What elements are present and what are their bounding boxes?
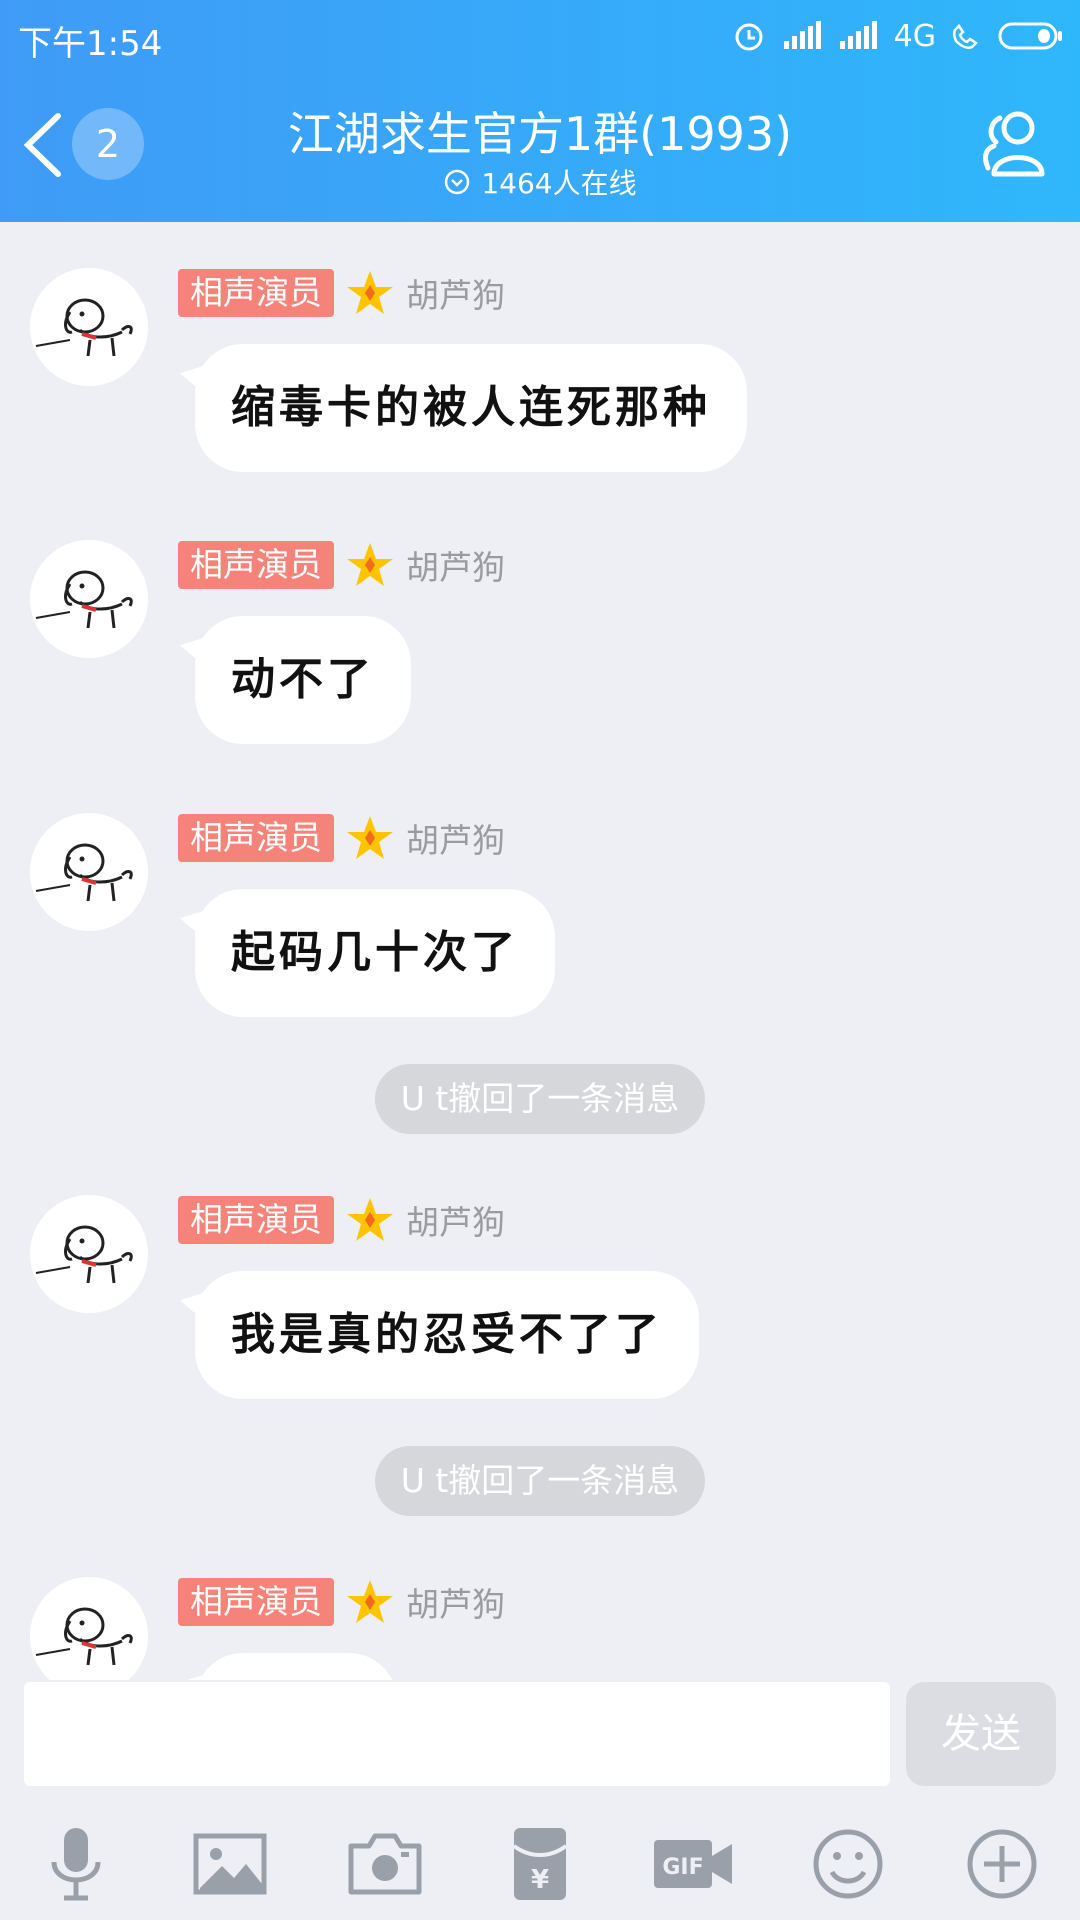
member-title-tag: 相声演员 <box>178 1196 334 1244</box>
signal-icon-2 <box>839 21 877 49</box>
group-members-icon[interactable] <box>974 104 1054 184</box>
dog-avatar-icon <box>30 1577 148 1680</box>
message-item: 相声演员 胡芦狗 我是真的忍受不了了 <box>0 1149 1080 1421</box>
message-list[interactable]: 相声演员 胡芦狗 缩毒卡的被人连死那种 相声演员 胡芦狗 动不了 相声演员 胡芦… <box>0 222 1080 1680</box>
star-icon <box>347 543 393 586</box>
dog-avatar-icon <box>30 268 148 386</box>
message-item: 相声演员 胡芦狗 起码几十次了 <box>0 767 1080 1039</box>
input-toolbar: ¥ GIF <box>0 1824 1080 1920</box>
member-title-tag: 相声演员 <box>178 1578 334 1626</box>
message-bubble[interactable]: 缩毒卡的被人连死那种 <box>195 344 747 472</box>
message-item: 相声演员 胡芦狗 动不了 <box>0 494 1080 766</box>
star-icon <box>347 1198 393 1241</box>
svg-text:¥: ¥ <box>531 1865 549 1895</box>
dog-avatar-icon <box>30 813 148 931</box>
status-bar: 下午1:54 4G <box>0 0 1080 74</box>
member-title-tag: 相声演员 <box>178 541 334 589</box>
recall-notice: U t撤回了一条消息 <box>0 1064 1080 1134</box>
message-bubble[interactable]: 起码几十次了 <box>195 889 555 1017</box>
message-item: 相声演员 胡芦狗 缩毒卡的被人连死那种 <box>0 222 1080 494</box>
sender-meta: 相声演员 胡芦狗 <box>178 1195 505 1245</box>
alarm-icon <box>735 23 763 51</box>
microphone-icon[interactable] <box>36 1824 116 1904</box>
message-bubble[interactable]: 我是真的忍受不了了 <box>195 1271 699 1399</box>
sender-meta: 相声演员 胡芦狗 <box>178 540 505 590</box>
sender-meta: 相声演员 胡芦狗 <box>178 813 505 863</box>
member-title-tag: 相声演员 <box>178 269 334 317</box>
member-title-tag: 相声演员 <box>178 814 334 862</box>
plus-icon[interactable] <box>962 1824 1042 1904</box>
call-icon <box>952 24 978 49</box>
message-item: 相声演员 胡芦狗 <box>0 1531 1080 1680</box>
signal-icon <box>783 21 821 49</box>
network-type: 4G <box>893 18 936 54</box>
status-time: 下午1:54 <box>18 24 163 64</box>
status-icons: 4G <box>732 16 1064 56</box>
avatar[interactable] <box>30 268 148 386</box>
sender-name[interactable]: 胡芦狗 <box>406 1578 505 1626</box>
star-icon <box>347 816 393 859</box>
red-packet-icon[interactable]: ¥ <box>500 1824 580 1904</box>
online-count-text: 1464人在线 <box>481 167 637 200</box>
svg-text:GIF: GIF <box>662 1855 703 1880</box>
avatar[interactable] <box>30 813 148 931</box>
sender-name[interactable]: 胡芦狗 <box>406 269 505 317</box>
online-count: 1464人在线 <box>0 162 1080 202</box>
camera-icon[interactable] <box>345 1824 425 1904</box>
message-bubble[interactable]: 动不了 <box>195 616 411 744</box>
chat-header: 下午1:54 4G 2 江湖求生官方1群(1993) 1464人在线 <box>0 0 1080 222</box>
avatar[interactable] <box>30 540 148 658</box>
message-input[interactable] <box>24 1682 890 1786</box>
input-area: 发送 ¥ GIF <box>0 1680 1080 1920</box>
recall-notice: U t撤回了一条消息 <box>0 1446 1080 1516</box>
recall-notice-text: U t撤回了一条消息 <box>374 1064 706 1134</box>
sender-meta: 相声演员 胡芦狗 <box>178 268 505 318</box>
star-icon <box>347 271 393 314</box>
emoji-icon[interactable] <box>808 1824 888 1904</box>
sender-name[interactable]: 胡芦狗 <box>406 1196 505 1244</box>
chevron-down-circle-icon <box>445 169 470 195</box>
sender-name[interactable]: 胡芦狗 <box>406 814 505 862</box>
avatar[interactable] <box>30 1195 148 1313</box>
sender-name[interactable]: 胡芦狗 <box>406 541 505 589</box>
sender-meta: 相声演员 胡芦狗 <box>178 1577 505 1627</box>
message-bubble[interactable] <box>195 1653 397 1680</box>
image-icon[interactable] <box>190 1824 270 1904</box>
gif-icon[interactable]: GIF <box>652 1824 736 1904</box>
battery-icon <box>998 22 1062 50</box>
recall-notice-text: U t撤回了一条消息 <box>374 1446 706 1516</box>
avatar[interactable] <box>30 1577 148 1680</box>
dog-avatar-icon <box>30 540 148 658</box>
dog-avatar-icon <box>30 1195 148 1313</box>
group-title: 江湖求生官方1群(1993) <box>287 107 793 161</box>
star-icon <box>347 1580 393 1623</box>
send-button[interactable]: 发送 <box>906 1682 1056 1786</box>
